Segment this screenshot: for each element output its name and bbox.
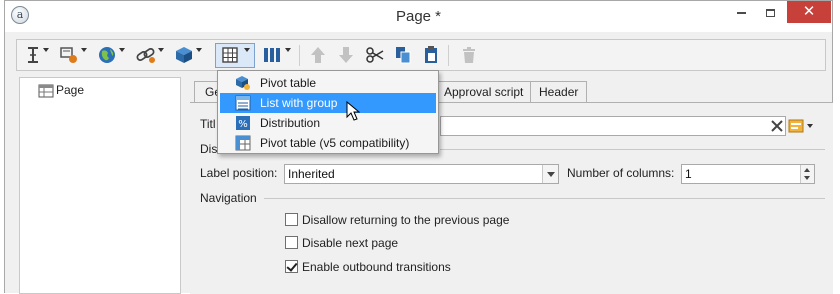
cut-button[interactable] <box>365 45 385 67</box>
title-dropdown-caret[interactable] <box>807 124 813 128</box>
checkbox-label: Disallow returning to the previous page <box>302 213 510 227</box>
checkbox-box[interactable] <box>285 260 298 273</box>
move-down-button[interactable] <box>337 45 355 67</box>
label-position-value: Inherited <box>288 167 335 181</box>
globe-dropdown-caret[interactable] <box>119 48 125 52</box>
title-field[interactable] <box>440 116 786 136</box>
mouse-cursor-icon <box>346 101 360 121</box>
globe-button[interactable] <box>97 45 117 67</box>
menu-item-label: List with group <box>260 96 338 110</box>
columns-button[interactable] <box>262 45 282 67</box>
globe-icon <box>99 47 115 63</box>
pivot-cube-icon <box>236 76 250 90</box>
label-position-label: Label position: <box>200 166 278 180</box>
cut-icon <box>366 47 384 63</box>
delete-icon <box>463 47 475 63</box>
disallow-returning-checkbox[interactable]: Disallow returning to the previous page <box>285 213 509 229</box>
page-window: a Page * ✕ Page Ger Approval script Head… <box>4 0 833 294</box>
menu-item-pivot-table[interactable]: Pivot table <box>220 73 436 93</box>
menu-item-pivot-table-v5[interactable]: Pivot table (v5 compatibility) <box>220 133 436 153</box>
checkbox-label: Enable outbound transitions <box>302 260 451 274</box>
tab-approval-script[interactable]: Approval script <box>435 81 533 103</box>
maximize-icon <box>766 8 775 17</box>
move-down-icon <box>339 47 353 63</box>
tab-header[interactable]: Header <box>530 81 588 103</box>
cube-button[interactable] <box>174 45 194 67</box>
disable-next-page-checkbox[interactable]: Disable next page <box>285 236 398 252</box>
stepper-down-icon[interactable] <box>804 176 810 180</box>
minimize-icon <box>737 11 746 14</box>
grid-button[interactable] <box>221 45 239 67</box>
columns-dropdown-caret[interactable] <box>285 48 291 52</box>
enable-outbound-transitions-checkbox[interactable]: Enable outbound transitions <box>285 260 451 276</box>
paste-button[interactable] <box>421 45 441 67</box>
link-button[interactable] <box>135 45 157 67</box>
label-position-select[interactable]: Inherited <box>284 164 559 184</box>
grid-icon <box>222 47 238 63</box>
page-grid-icon <box>38 84 54 98</box>
stepper-up-icon[interactable] <box>804 168 810 172</box>
menu-item-list-with-group[interactable]: List with group <box>220 93 436 113</box>
move-up-button[interactable] <box>309 45 327 67</box>
navigation-label: Navigation <box>200 191 257 205</box>
insert-cursor-button[interactable] <box>25 45 41 67</box>
chevron-down-icon[interactable] <box>542 165 558 183</box>
cube-icon <box>176 47 192 63</box>
page-tree: Page <box>19 77 181 294</box>
minimize-button[interactable] <box>727 1 756 23</box>
menu-item-distribution[interactable]: % Distribution <box>220 113 436 133</box>
tab-label: Approval script <box>444 85 524 99</box>
display-label: Dis <box>200 142 218 156</box>
tree-item-page[interactable]: Page <box>38 82 84 100</box>
stepper-arrows[interactable] <box>800 165 814 183</box>
menu-item-label: Pivot table <box>260 76 317 90</box>
close-button[interactable]: ✕ <box>787 1 831 23</box>
window-title: Page * <box>395 8 442 25</box>
field-icon <box>60 47 77 63</box>
checkbox-label: Disable next page <box>302 236 399 250</box>
title-label: Titl <box>200 117 216 131</box>
tree-item-label: Page <box>56 83 85 97</box>
field-dropdown-caret[interactable] <box>81 48 87 52</box>
tab-label: Header <box>539 85 579 99</box>
title-bar[interactable]: a Page * ✕ <box>5 1 832 32</box>
toolbar-separator <box>299 45 300 66</box>
paste-icon <box>425 46 437 63</box>
grid-type-menu: Pivot table List with group % Distributi… <box>217 70 439 154</box>
clear-icon[interactable] <box>771 120 783 132</box>
grid-dropdown-caret[interactable] <box>244 48 250 52</box>
link-icon <box>136 48 155 63</box>
number-of-columns-value: 1 <box>685 167 692 181</box>
delete-button[interactable] <box>459 45 479 67</box>
columns-icon <box>264 48 280 62</box>
close-icon: ✕ <box>802 3 816 20</box>
maximize-button[interactable] <box>756 1 785 23</box>
checkbox-box[interactable] <box>285 213 298 226</box>
menu-item-label: Distribution <box>260 116 321 130</box>
navigation-group-line <box>264 198 825 199</box>
field-button[interactable] <box>59 45 79 67</box>
display-group-line <box>440 149 825 150</box>
number-of-columns-stepper[interactable]: 1 <box>681 164 815 184</box>
toolbar-separator <box>448 45 449 66</box>
edit-expression-icon[interactable] <box>788 119 804 133</box>
percent-icon: % <box>236 116 250 130</box>
insert-cursor-icon <box>28 47 38 63</box>
copy-button[interactable] <box>393 45 413 67</box>
list-group-icon <box>235 95 251 111</box>
toolbar <box>16 39 826 71</box>
svg-text:%: % <box>238 119 248 130</box>
checkbox-box[interactable] <box>285 236 298 249</box>
insert-dropdown-caret[interactable] <box>43 48 49 52</box>
move-up-icon <box>311 47 325 63</box>
link-dropdown-caret[interactable] <box>158 48 164 52</box>
menu-item-label: Pivot table (v5 compatibility) <box>260 136 410 150</box>
number-of-columns-label: Number of columns: <box>567 166 675 180</box>
cube-dropdown-caret[interactable] <box>196 48 202 52</box>
copy-icon <box>396 47 411 64</box>
pivot-grid-icon <box>235 135 251 151</box>
